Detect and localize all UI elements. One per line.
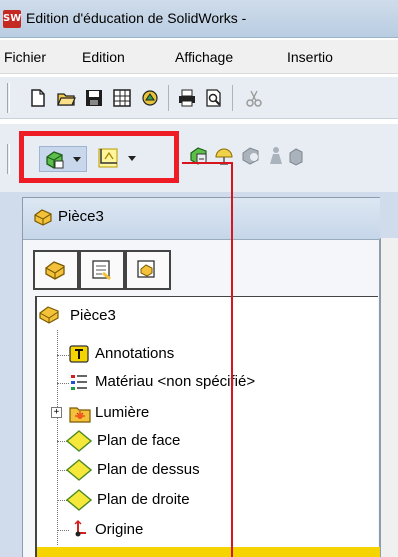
tree-item-top-plane[interactable]: Plan de dessus (66, 459, 266, 481)
tab-configuration-manager[interactable] (125, 250, 171, 290)
tree-connector (57, 355, 69, 356)
annotation-line-vertical (231, 162, 233, 557)
plane-icon (66, 489, 92, 511)
plane-icon (66, 459, 92, 481)
tab-feature-tree[interactable] (33, 250, 79, 290)
annotations-icon (69, 345, 89, 363)
property-manager-tab-icon (92, 260, 111, 281)
tree-item-label: Plan de dessus (97, 461, 200, 478)
lights-icon (69, 407, 91, 423)
part-icon (39, 306, 59, 324)
floppy-grid-icon[interactable] (112, 88, 132, 108)
menu-insertion[interactable]: Insertio (287, 49, 333, 65)
menu-fichier[interactable]: Fichier (4, 49, 46, 65)
tree-item-lights[interactable]: + Lumière (51, 402, 251, 424)
configuration-manager-tab-icon (137, 260, 155, 278)
menu-bar: Fichier Edition Affichage Insertio (0, 40, 398, 74)
gray-feature-icon[interactable] (240, 145, 262, 167)
toolbar-separator (168, 85, 169, 111)
standard-toolbar (0, 77, 398, 119)
tree-connector (57, 330, 58, 545)
red-highlight-frame (19, 131, 179, 183)
feature-tree (35, 296, 378, 557)
tree-item-origin[interactable]: Origine (69, 519, 269, 541)
print-icon[interactable] (177, 88, 197, 108)
open-folder-icon[interactable] (56, 88, 76, 108)
tree-item-label: Annotations (95, 345, 175, 362)
feature-tree-tab-icon (45, 261, 65, 280)
tree-item-label: Lumière (95, 404, 150, 421)
part-icon (34, 209, 52, 226)
menu-affichage[interactable]: Affichage (175, 49, 233, 65)
plane-icon (66, 430, 92, 452)
graphics-area-edge (380, 238, 398, 557)
tree-connector (57, 530, 69, 531)
rollback-bar[interactable] (37, 547, 380, 557)
tree-root-label: Pièce3 (70, 307, 116, 324)
toolbar-grip[interactable] (7, 144, 10, 174)
annotation-line-horizontal (182, 162, 232, 164)
rebuild-icon[interactable] (140, 88, 160, 108)
origin-icon (74, 519, 86, 537)
gray-part-icon[interactable] (288, 145, 304, 167)
menu-edition[interactable]: Edition (82, 49, 125, 65)
new-document-icon[interactable] (28, 88, 48, 108)
material-icon (71, 375, 87, 390)
solidworks-app-icon[interactable]: SW (3, 10, 21, 28)
title-bar: SW Edition d'éducation de SolidWorks - (0, 0, 398, 38)
tree-item-label: Plan de face (97, 432, 181, 449)
save-icon[interactable] (84, 88, 104, 108)
tree-item-annotations[interactable]: Annotations (69, 343, 269, 365)
tab-property-manager[interactable] (79, 250, 125, 290)
gray-figure-icon[interactable] (265, 145, 287, 167)
tree-item-label: Origine (95, 521, 144, 538)
tree-root[interactable]: Pièce3 (38, 305, 238, 327)
tree-item-front-plane[interactable]: Plan de face (66, 430, 266, 452)
tree-item-label: Plan de droite (97, 491, 190, 508)
toolbar-separator (232, 85, 233, 111)
panel-title: Pièce3 (58, 208, 104, 225)
tree-connector (57, 383, 69, 384)
print-preview-icon[interactable] (204, 88, 224, 108)
tree-expander[interactable]: + (51, 407, 62, 418)
toolbar-grip[interactable] (7, 83, 10, 113)
tree-item-material[interactable]: Matériau <non spécifié> (69, 371, 369, 393)
tree-item-right-plane[interactable]: Plan de droite (66, 489, 266, 511)
window-title: Edition d'éducation de SolidWorks - (26, 10, 247, 26)
cut-icon[interactable] (244, 88, 264, 108)
